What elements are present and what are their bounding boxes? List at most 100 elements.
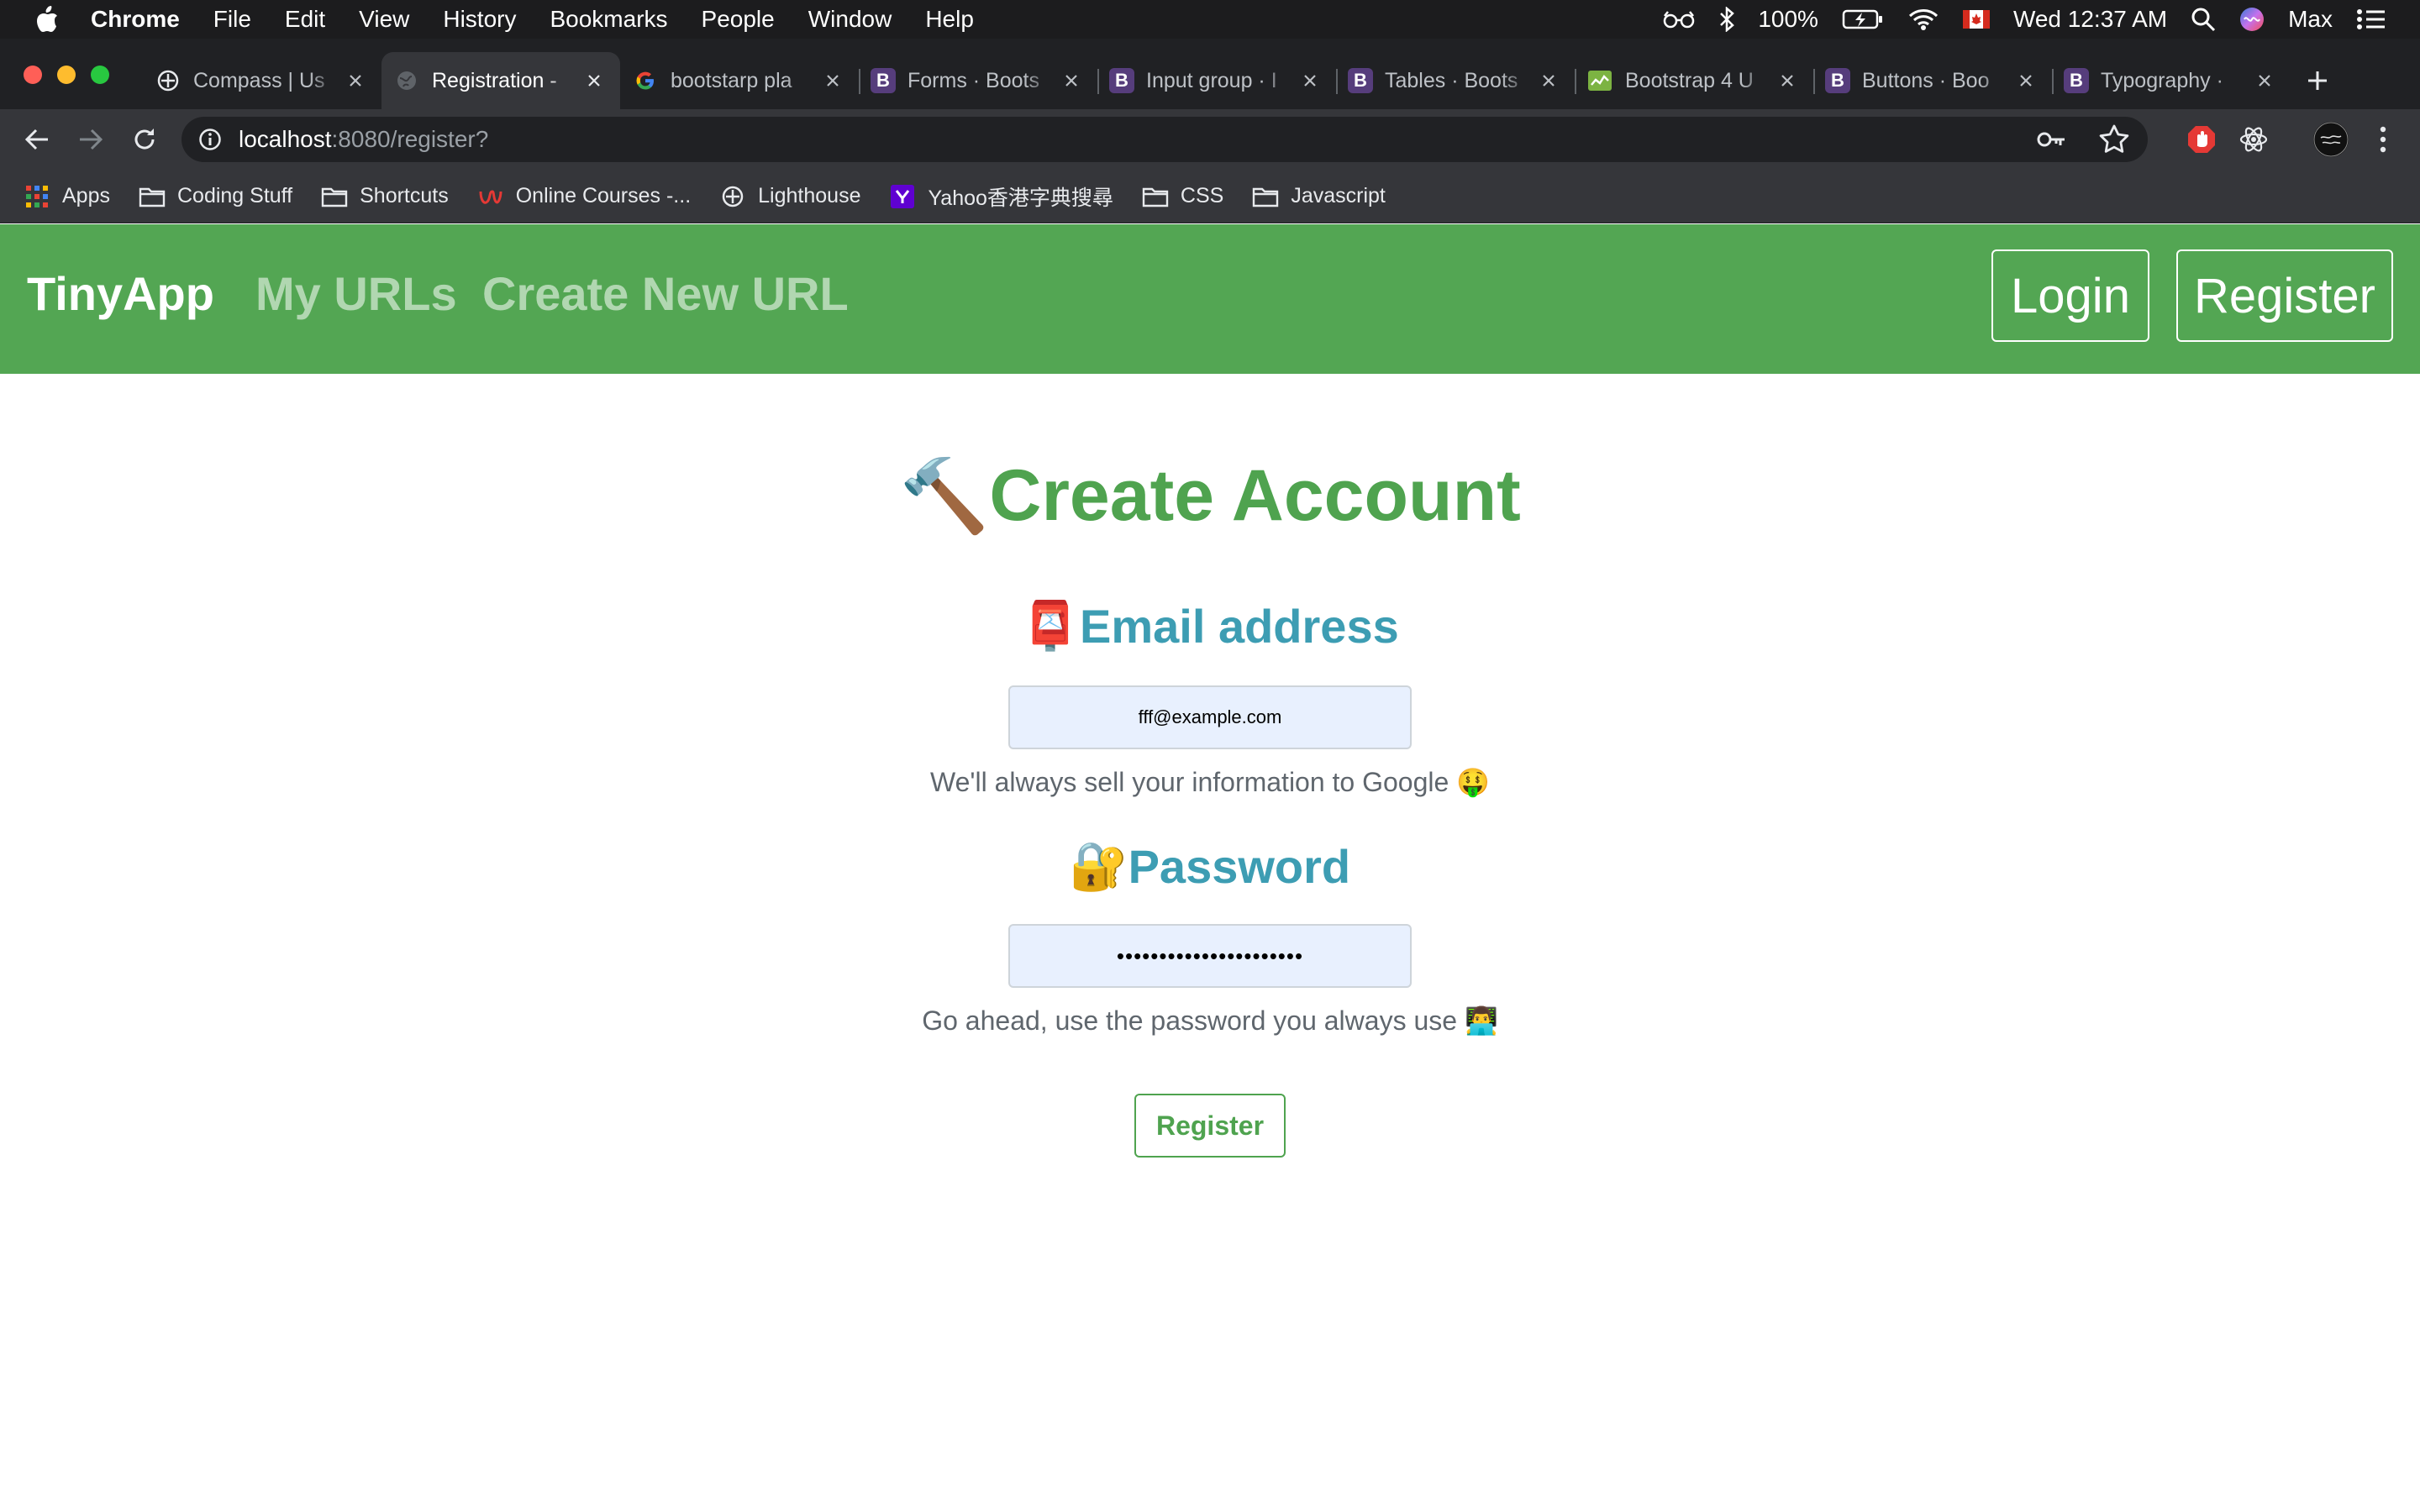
close-tab-icon[interactable] — [1538, 70, 1560, 92]
technologist-icon: 👨‍💻 — [1464, 1005, 1498, 1036]
page-title: 🔨 Create Account — [0, 454, 2420, 538]
tab-bootstrap-4[interactable]: Bootstrap 4 U — [1575, 52, 1813, 109]
react-devtools-icon[interactable] — [2237, 123, 2270, 156]
menu-bookmarks[interactable]: Bookmarks — [550, 6, 667, 33]
apple-logo-icon[interactable] — [35, 5, 60, 34]
password-field[interactable] — [1008, 924, 1412, 988]
tab-title: bootstarp pla — [671, 68, 792, 92]
adblock-extension-icon[interactable] — [2185, 123, 2218, 156]
back-button[interactable] — [20, 123, 54, 156]
menu-people[interactable]: People — [702, 6, 775, 33]
bookmark-label: Yahoo香港字典搜尋 — [928, 186, 1113, 210]
tab-title: Compass | Us — [193, 68, 325, 92]
tab-registration[interactable]: Registration - — [381, 52, 620, 109]
brand-link[interactable]: TinyApp — [27, 266, 214, 321]
tab-bootstrap-forms[interactable]: B Forms · Boots — [859, 52, 1097, 109]
globe-icon — [393, 67, 420, 94]
login-button[interactable]: Login — [1991, 249, 2149, 342]
bookmark-online-courses[interactable]: Online Courses -... — [477, 184, 691, 208]
nav-link-create-new-url[interactable]: Create New URL — [482, 266, 849, 321]
nav-link-my-urls[interactable]: My URLs — [255, 266, 457, 321]
spotlight-search-icon[interactable] — [2191, 7, 2216, 32]
bookmark-coding-stuff[interactable]: Coding Stuff — [139, 184, 292, 208]
chart-icon — [1586, 67, 1613, 94]
info-icon[interactable] — [198, 128, 222, 151]
zoom-window-button[interactable] — [91, 66, 109, 84]
reload-icon — [134, 129, 155, 150]
menu-app-name[interactable]: Chrome — [91, 6, 180, 33]
close-tab-icon[interactable] — [345, 70, 366, 92]
tab-title: Registration - — [432, 68, 557, 92]
tab-bootstrap-buttons[interactable]: B Buttons · Boo — [1813, 52, 2052, 109]
close-tab-icon[interactable] — [2254, 70, 2275, 92]
udemy-icon — [477, 185, 504, 208]
macos-menu-bar: Chrome File Edit View History Bookmarks … — [0, 0, 2420, 39]
lock-with-key-icon: 🔐 — [1069, 839, 1128, 892]
bluetooth-icon[interactable] — [1719, 7, 1735, 32]
tab-title: Bootstrap 4 U — [1625, 68, 1754, 92]
bookmark-css[interactable]: CSS — [1142, 184, 1223, 208]
money-mouth-face-icon: 🤑 — [1456, 767, 1491, 797]
menu-help[interactable]: Help — [925, 6, 974, 33]
reload-button[interactable] — [128, 123, 161, 156]
bookmark-star-icon[interactable] — [2097, 123, 2131, 156]
address-bar[interactable]: localhost:8080/register? — [182, 117, 2148, 162]
folder-icon — [1252, 185, 1279, 208]
menu-edit[interactable]: Edit — [285, 6, 325, 33]
forward-arrow-icon — [80, 129, 103, 150]
bookmark-javascript[interactable]: Javascript — [1252, 184, 1386, 208]
tab-bootstrap-typography[interactable]: B Typography · — [2052, 52, 2291, 109]
bookmark-apps[interactable]: Apps — [24, 184, 110, 208]
password-label: 🔐 Password — [0, 838, 2420, 894]
browser-tab-strip: Compass | Us Registration - bootstarp pl… — [0, 39, 2420, 109]
register-submit-button[interactable]: Register — [1134, 1094, 1286, 1158]
bookmark-label: Javascript — [1291, 184, 1386, 207]
menu-view[interactable]: View — [359, 6, 409, 33]
nav-register-button[interactable]: Register — [2176, 249, 2393, 342]
back-arrow-icon — [24, 129, 48, 150]
canada-flag-icon[interactable] — [1962, 10, 1990, 29]
tab-bootstrap-tables[interactable]: B Tables · Boots — [1336, 52, 1575, 109]
password-help-text: Go ahead, use the password you always us… — [0, 1005, 2420, 1037]
email-label-text: Email address — [1079, 599, 1399, 653]
close-tab-icon[interactable] — [1060, 70, 1082, 92]
new-tab-button[interactable] — [2294, 57, 2341, 104]
email-field[interactable] — [1008, 685, 1412, 749]
battery-percent: 100% — [1758, 6, 1818, 32]
menu-history[interactable]: History — [443, 6, 516, 33]
tab-compass[interactable]: Compass | Us — [143, 52, 381, 109]
menu-window[interactable]: Window — [808, 6, 892, 33]
minimize-window-button[interactable] — [57, 66, 76, 84]
compass-icon — [719, 185, 746, 208]
menu-file[interactable]: File — [213, 6, 251, 33]
bookmark-label: Lighthouse — [758, 184, 861, 207]
email-label: 📮 Email address — [0, 598, 2420, 654]
tab-title: Buttons · Boo — [1862, 68, 1990, 92]
forward-button[interactable] — [74, 123, 108, 156]
chrome-menu-icon[interactable] — [2366, 123, 2400, 156]
siri-icon[interactable] — [2239, 7, 2265, 32]
accessibility-glasses-icon[interactable] — [1662, 9, 1696, 29]
tab-bootstrap-input-group[interactable]: B Input group · I — [1097, 52, 1336, 109]
user-name[interactable]: Max — [2288, 6, 2333, 33]
key-icon[interactable] — [2035, 123, 2067, 156]
clock[interactable]: Wed 12:37 AM — [2013, 6, 2167, 33]
bookmark-label: Online Courses -... — [515, 184, 692, 207]
bookmark-yahoo-dictionary[interactable]: Yahoo香港字典搜尋 — [889, 181, 1113, 212]
bookmark-lighthouse[interactable]: Lighthouse — [719, 184, 860, 208]
close-tab-icon[interactable] — [583, 70, 605, 92]
close-tab-icon[interactable] — [2015, 70, 2037, 92]
close-tab-icon[interactable] — [1776, 70, 1798, 92]
battery-charging-icon[interactable] — [1842, 8, 1884, 30]
tab-google-search[interactable]: bootstarp pla — [620, 52, 859, 109]
close-tab-icon[interactable] — [822, 70, 844, 92]
browser-toolbar: localhost:8080/register? — [0, 109, 2420, 170]
bookmark-shortcuts[interactable]: Shortcuts — [321, 184, 449, 208]
profile-avatar[interactable] — [2312, 121, 2349, 158]
wifi-icon[interactable] — [1907, 8, 1939, 31]
close-tab-icon[interactable] — [1299, 70, 1321, 92]
close-window-button[interactable] — [24, 66, 42, 84]
bootstrap-icon: B — [1109, 68, 1134, 93]
apps-grid-icon — [24, 185, 50, 208]
notification-center-icon[interactable] — [2356, 8, 2386, 31]
